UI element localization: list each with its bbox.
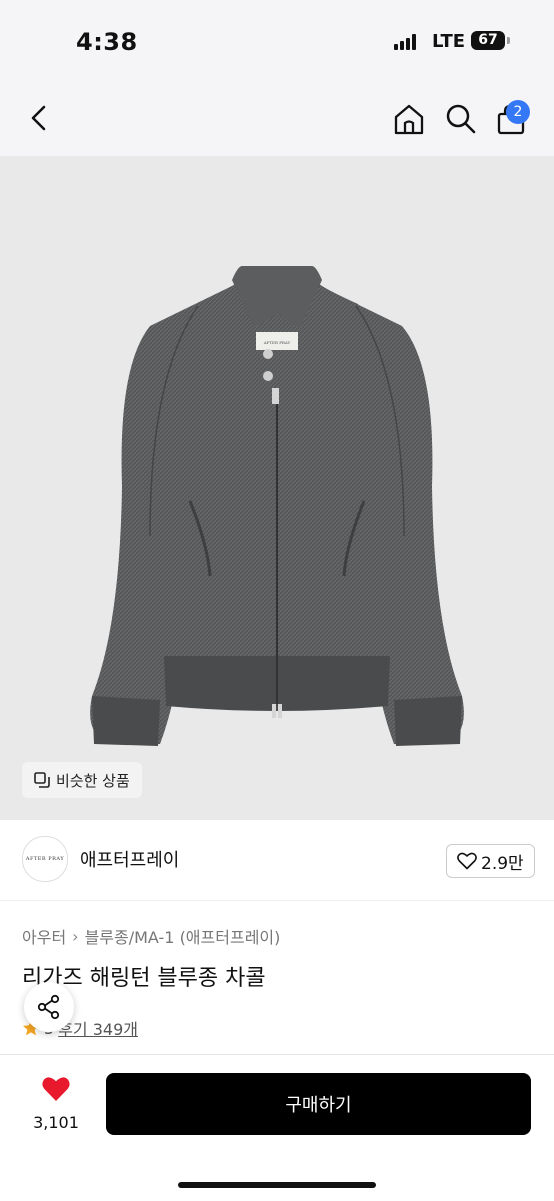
home-indicator xyxy=(178,1182,376,1188)
home-icon xyxy=(394,104,424,135)
cart-badge: 2 xyxy=(506,100,530,124)
share-icon xyxy=(37,994,60,1020)
brand-logo[interactable]: AFTER PRAY xyxy=(22,836,68,882)
jacket-image: AFTER PRAY xyxy=(90,266,464,746)
breadcrumb-item[interactable]: 블루종/MA-1 (애프터프레이) xyxy=(85,924,281,948)
brand-like-button[interactable]: 2.9만 xyxy=(446,844,535,878)
like-count: 3,101 xyxy=(33,1113,79,1132)
svg-text:AFTER PRAY: AFTER PRAY xyxy=(263,340,291,345)
similar-products-button[interactable]: 비슷한 상품 xyxy=(22,762,142,798)
bottom-bar: 3,101 구매하기 xyxy=(0,1054,554,1201)
like-button[interactable]: 3,101 xyxy=(26,1075,86,1132)
home-button[interactable] xyxy=(392,102,426,136)
nav-header xyxy=(0,80,554,156)
heart-filled-icon xyxy=(42,1077,70,1101)
similar-products-label: 비슷한 상품 xyxy=(56,771,130,790)
status-time: 4:38 xyxy=(76,28,138,56)
signal-icon xyxy=(394,34,420,50)
battery-tip xyxy=(507,37,510,44)
status-bar: 4:38 LTE 67 xyxy=(0,0,554,80)
heart-outline-icon xyxy=(457,852,477,870)
brand-name[interactable]: 애프터프레이 xyxy=(80,846,179,872)
breadcrumb: 아우터 › 블루종/MA-1 (애프터프레이) xyxy=(22,924,280,948)
chevron-left-icon xyxy=(31,105,46,131)
brand-like-count: 2.9만 xyxy=(481,853,524,874)
battery-icon: 67 xyxy=(471,31,505,50)
product-image[interactable]: AFTER PRAY xyxy=(0,156,554,820)
back-button[interactable] xyxy=(24,102,56,134)
brand-row: AFTER PRAY 애프터프레이 2.9만 xyxy=(0,820,554,901)
copy-icon xyxy=(34,772,50,788)
network-label: LTE xyxy=(432,31,466,52)
buy-button[interactable]: 구매하기 xyxy=(106,1073,531,1135)
chevron-right-icon: › xyxy=(72,926,79,946)
search-icon xyxy=(446,104,476,134)
breadcrumb-item[interactable]: 아우터 xyxy=(22,924,66,948)
share-button[interactable] xyxy=(24,982,74,1032)
search-button[interactable] xyxy=(444,102,478,136)
